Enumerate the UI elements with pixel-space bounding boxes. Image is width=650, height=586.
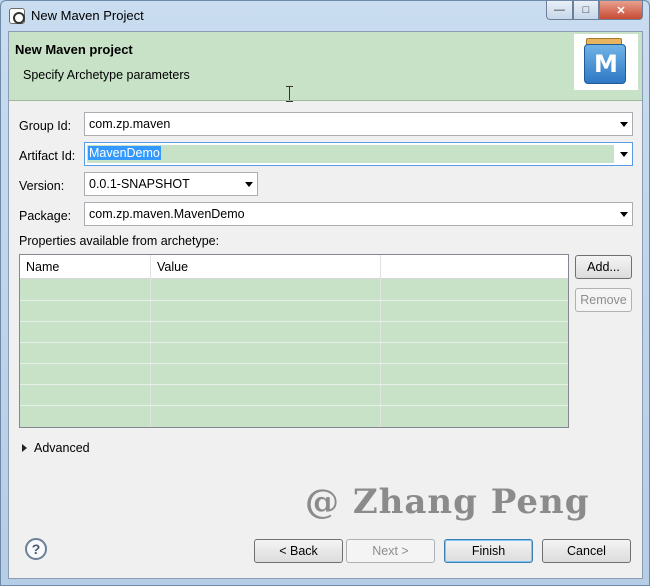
column-header-value[interactable]: Value xyxy=(157,260,188,274)
version-label: Version: xyxy=(19,179,65,193)
advanced-toggle[interactable]: Advanced xyxy=(34,441,90,455)
maximize-button[interactable]: □ xyxy=(573,1,599,20)
banner-title: New Maven project xyxy=(15,42,133,57)
cancel-button-label: Cancel xyxy=(567,544,606,558)
version-combo[interactable]: 0.0.1-SNAPSHOT xyxy=(84,172,258,196)
wizard-banner: New Maven project Specify Archetype para… xyxy=(9,32,642,102)
group-id-combo[interactable]: com.zp.maven xyxy=(84,112,633,136)
row-divider xyxy=(20,342,568,343)
artifact-id-value: MavenDemo xyxy=(88,146,161,160)
add-button-label: Add... xyxy=(587,260,620,274)
remove-property-button[interactable]: Remove xyxy=(575,288,632,312)
cancel-button[interactable]: Cancel xyxy=(542,539,631,563)
package-value: com.zp.maven.MavenDemo xyxy=(89,207,245,221)
window-title: New Maven Project xyxy=(31,8,144,23)
eclipse-app-icon xyxy=(9,8,25,24)
field-highlight xyxy=(87,145,614,163)
close-icon: ✕ xyxy=(616,4,626,17)
chevron-down-icon[interactable] xyxy=(245,182,253,187)
finish-button-label: Finish xyxy=(471,544,506,558)
dialog-window: New Maven Project — □ ✕ New Maven projec… xyxy=(0,0,650,586)
help-icon[interactable]: ? xyxy=(25,538,47,560)
minimize-button[interactable]: — xyxy=(546,1,573,20)
back-button-label: < Back xyxy=(279,544,318,558)
text-cursor-icon xyxy=(286,86,293,102)
group-id-label: Group Id: xyxy=(19,119,72,133)
add-property-button[interactable]: Add... xyxy=(575,255,632,279)
properties-table[interactable]: Name Value xyxy=(19,254,569,428)
column-divider[interactable] xyxy=(380,255,381,427)
title-bar[interactable]: New Maven Project — □ ✕ xyxy=(1,1,649,31)
logo-letter: M xyxy=(594,50,618,78)
chevron-down-icon[interactable] xyxy=(620,122,628,127)
remove-button-label: Remove xyxy=(580,293,627,307)
expand-arrow-icon[interactable] xyxy=(22,444,27,452)
group-id-value: com.zp.maven xyxy=(89,117,171,131)
table-header: Name Value xyxy=(20,255,568,279)
chevron-down-icon[interactable] xyxy=(620,152,628,157)
watermark-text: @ Zhang Peng xyxy=(305,482,590,522)
row-divider xyxy=(20,300,568,301)
maven-logo: M xyxy=(574,34,638,90)
row-divider xyxy=(20,405,568,406)
minimize-icon: — xyxy=(554,4,565,16)
logo-box: M xyxy=(584,44,626,84)
back-button[interactable]: < Back xyxy=(254,539,343,563)
next-button[interactable]: Next > xyxy=(346,539,435,563)
package-combo[interactable]: com.zp.maven.MavenDemo xyxy=(84,202,633,226)
row-divider xyxy=(20,321,568,322)
properties-label: Properties available from archetype: xyxy=(19,234,220,248)
artifact-id-label: Artifact Id: xyxy=(19,149,76,163)
chevron-down-icon[interactable] xyxy=(620,212,628,217)
row-divider xyxy=(20,384,568,385)
version-value: 0.0.1-SNAPSHOT xyxy=(89,177,190,191)
row-divider xyxy=(20,363,568,364)
column-divider[interactable] xyxy=(150,255,151,427)
package-label: Package: xyxy=(19,209,72,223)
dialog-content: New Maven project Specify Archetype para… xyxy=(8,31,643,579)
maximize-icon: □ xyxy=(582,4,590,16)
close-button[interactable]: ✕ xyxy=(599,1,643,20)
artifact-id-combo[interactable]: MavenDemo xyxy=(84,142,633,166)
column-header-name[interactable]: Name xyxy=(26,260,59,274)
next-button-label: Next > xyxy=(372,544,409,558)
finish-button[interactable]: Finish xyxy=(444,539,533,563)
banner-description: Specify Archetype parameters xyxy=(23,68,190,82)
